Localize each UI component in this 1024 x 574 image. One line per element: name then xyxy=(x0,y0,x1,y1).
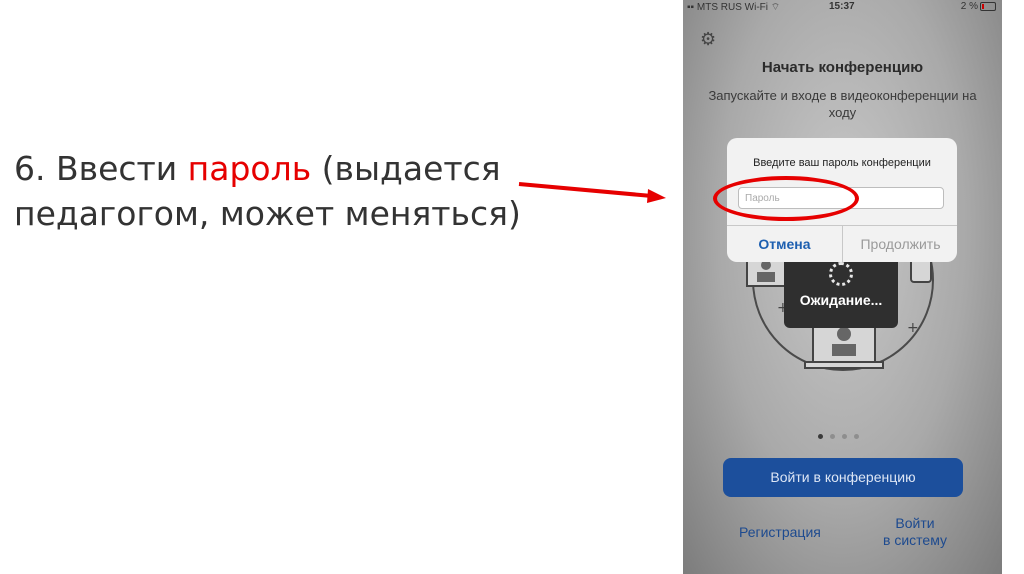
gear-icon[interactable]: ⚙ xyxy=(700,30,718,48)
join-meeting-button[interactable]: Войти в конференцию xyxy=(723,458,963,497)
signin-line-2: в систему xyxy=(883,532,947,548)
page-indicator xyxy=(818,426,868,439)
phone-screenshot: ▪▪ MTS RUS Wi-Fi ⌔ 15:37 2 % ⚙ Начать ко… xyxy=(683,0,1002,574)
status-time: 15:37 xyxy=(829,1,855,12)
page-dot xyxy=(842,434,847,439)
continue-button[interactable]: Продолжить xyxy=(843,226,957,262)
signal-icon: ▪▪ xyxy=(687,2,695,13)
page-subtitle: Запускайте и входе в видеоконференции на… xyxy=(708,88,977,120)
instruction-text: 6. Ввести пароль (выдается педагогом, мо… xyxy=(14,146,534,236)
battery-indicator: 2 % xyxy=(961,1,996,12)
page-dot xyxy=(818,434,823,439)
signin-line-1: Войти xyxy=(895,515,935,531)
page-dot xyxy=(830,434,835,439)
wifi-icon: ⌔ xyxy=(770,2,781,13)
register-link[interactable]: Регистрация xyxy=(739,524,821,540)
status-bar: ▪▪ MTS RUS Wi-Fi ⌔ 15:37 2 % xyxy=(683,0,1002,14)
cancel-button[interactable]: Отмена xyxy=(727,226,842,262)
dialog-title: Введите ваш пароль конференции xyxy=(753,157,931,169)
battery-icon xyxy=(980,1,996,11)
instruction-prefix: 6. Ввести xyxy=(14,149,188,188)
carrier-label: ▪▪ MTS RUS Wi-Fi ⌔ xyxy=(687,2,781,13)
page-dot xyxy=(854,434,859,439)
signin-link[interactable]: Войти в систему xyxy=(865,515,965,549)
page-title: Начать конференцию xyxy=(761,59,924,76)
highlight-ellipse xyxy=(713,176,859,221)
waiting-label: Ожидание... xyxy=(799,292,883,308)
svg-text:+: + xyxy=(907,320,919,336)
spinner-icon xyxy=(829,262,853,286)
instruction-highlight: пароль xyxy=(187,149,312,188)
